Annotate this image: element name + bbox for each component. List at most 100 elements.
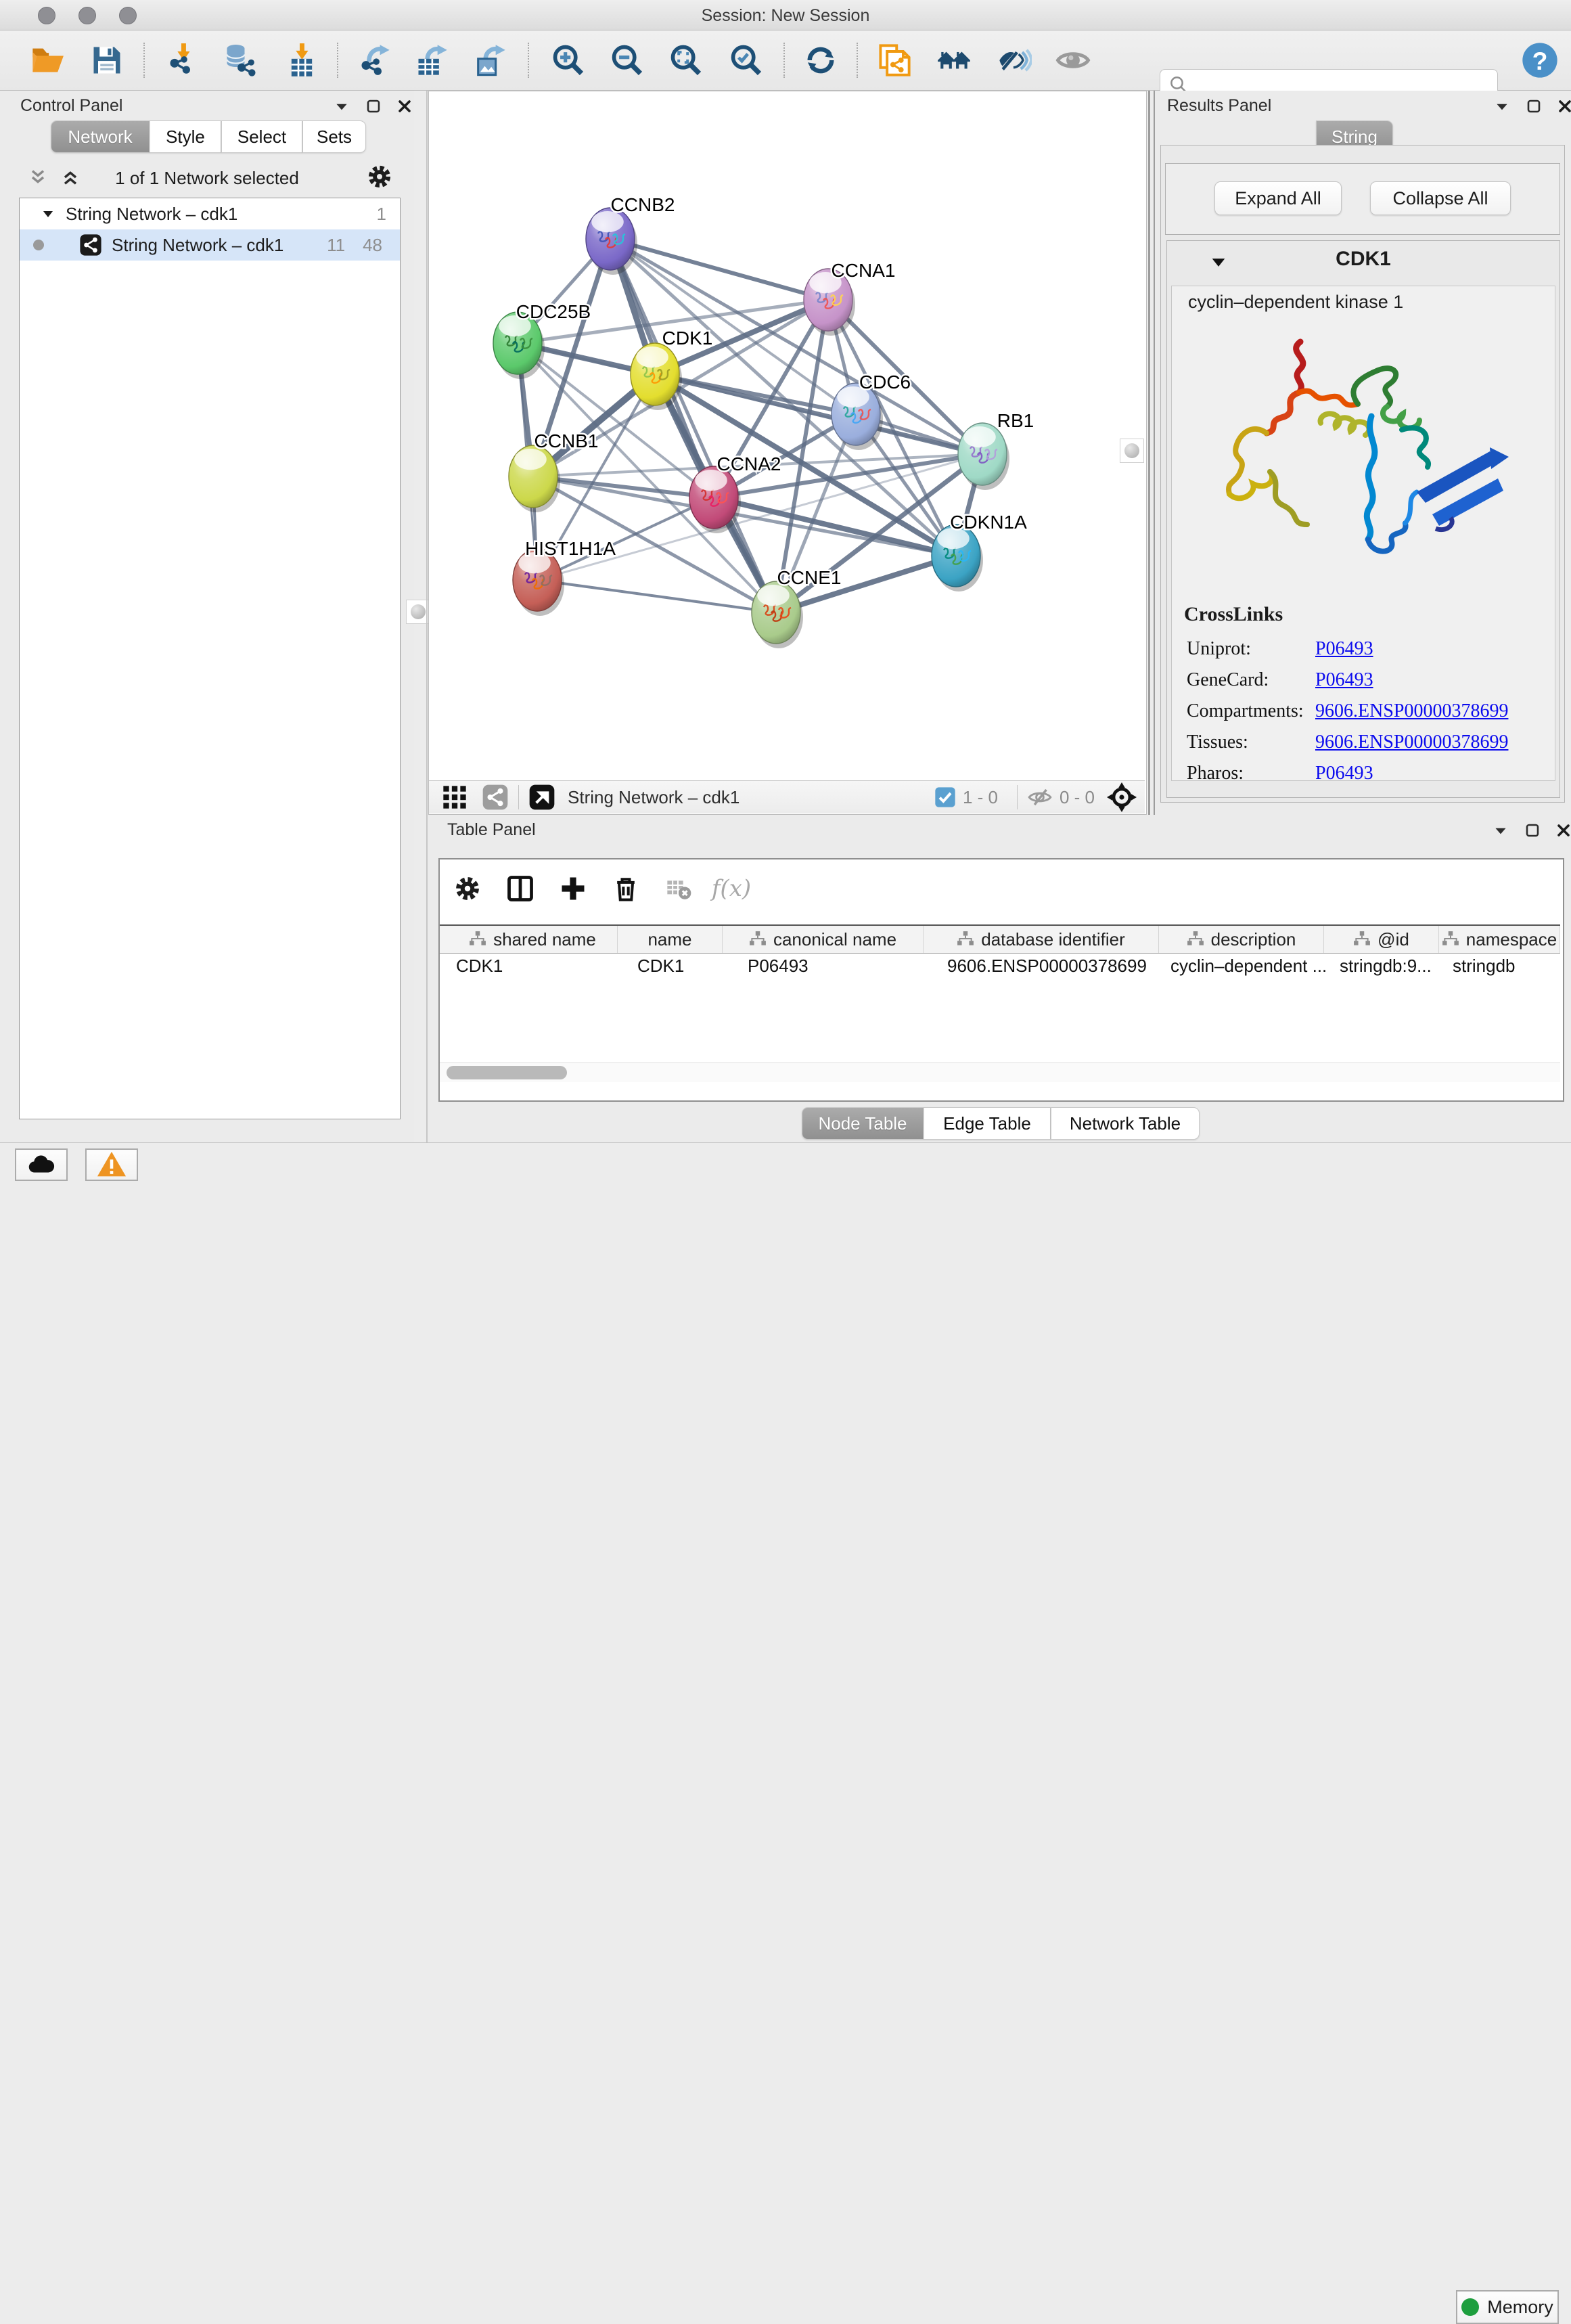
tab-network[interactable]: Network xyxy=(51,120,150,153)
column-header-canonical-name[interactable]: canonical name xyxy=(723,926,924,953)
share-document-icon[interactable] xyxy=(873,39,916,82)
close-panel-icon[interactable] xyxy=(1555,822,1571,839)
save-icon[interactable] xyxy=(85,39,129,82)
column-header-description[interactable]: description xyxy=(1159,926,1324,953)
show-columns-icon[interactable] xyxy=(499,868,541,910)
collapse-triangle-icon[interactable] xyxy=(40,206,56,222)
column-header-shared-name[interactable]: shared name xyxy=(448,926,618,953)
network-node-ccne1[interactable] xyxy=(752,581,803,648)
panel-menu-icon[interactable] xyxy=(1492,822,1509,839)
zoom-in-icon[interactable] xyxy=(547,39,590,82)
column-header-database-identifier[interactable]: database identifier xyxy=(924,926,1159,953)
import-table-icon[interactable] xyxy=(280,39,323,82)
selected-checkbox-icon[interactable] xyxy=(934,786,956,808)
panel-menu-icon[interactable] xyxy=(333,97,350,115)
tab-edge-table[interactable]: Edge Table xyxy=(924,1107,1051,1140)
memory-button[interactable]: Memory xyxy=(1456,2290,1559,2324)
table-cell[interactable]: stringdb xyxy=(1453,952,1516,979)
network-node-ccnb2[interactable] xyxy=(586,208,637,275)
zoom-fit-icon[interactable] xyxy=(664,39,708,82)
close-panel-icon[interactable] xyxy=(396,98,413,114)
export-network-icon[interactable] xyxy=(353,39,396,82)
network-collection-row[interactable]: String Network – cdk1 1 xyxy=(20,198,400,229)
float-panel-icon[interactable] xyxy=(365,98,382,114)
grid-view-icon[interactable] xyxy=(441,784,468,811)
network-canvas[interactable]: CCNB2CCNA1CDC25BCDK1CDC6RB1CCNB1CCNA2CDK… xyxy=(429,91,1145,780)
fit-content-crosshair-icon[interactable] xyxy=(1106,781,1138,813)
column-header-name[interactable]: name xyxy=(618,926,723,953)
left-splitter[interactable] xyxy=(426,91,428,1142)
crosslink-link[interactable]: P06493 xyxy=(1315,669,1373,690)
zoom-selected-icon[interactable] xyxy=(725,39,768,82)
crosslink-link[interactable]: P06493 xyxy=(1315,763,1373,781)
right-splitter[interactable] xyxy=(1148,91,1150,815)
crosslink-link[interactable]: 9606.ENSP00000378699 xyxy=(1315,732,1508,753)
table-panel: Table Panel f(x) shared namenamecanoni xyxy=(428,815,1571,1142)
title-bar: Session: New Session xyxy=(0,0,1571,30)
float-panel-icon[interactable] xyxy=(1526,98,1542,114)
float-panel-icon[interactable] xyxy=(1524,822,1541,839)
column-header--id[interactable]: @id xyxy=(1324,926,1439,953)
birdseye-view-icon[interactable] xyxy=(528,784,555,811)
open-folder-icon[interactable] xyxy=(26,39,69,82)
hide-selected-icon[interactable] xyxy=(993,39,1036,82)
table-hscroll-thumb[interactable] xyxy=(447,1066,567,1079)
collapse-all-button[interactable]: Collapse All xyxy=(1370,181,1511,215)
panel-menu-icon[interactable] xyxy=(1493,97,1511,115)
table-hscrollbar[interactable] xyxy=(440,1063,1560,1082)
network-edge[interactable] xyxy=(537,580,776,612)
network-view-mode-icon[interactable] xyxy=(482,784,509,811)
cloud-button[interactable] xyxy=(15,1148,68,1181)
delete-table-icon[interactable] xyxy=(658,868,700,910)
show-all-icon[interactable] xyxy=(1051,39,1095,82)
import-database-icon[interactable] xyxy=(219,39,262,82)
table-cell[interactable]: P06493 xyxy=(748,952,809,979)
right-splitter-handle[interactable] xyxy=(1120,439,1144,463)
expand-all-button[interactable]: Expand All xyxy=(1214,181,1342,215)
table-cell[interactable]: CDK1 xyxy=(637,952,684,979)
table-cell[interactable]: cyclin–dependent ... xyxy=(1170,952,1327,979)
close-panel-icon[interactable] xyxy=(1557,98,1571,114)
results-buttons-box: Expand All Collapse All xyxy=(1165,163,1560,235)
network-options-gear-icon[interactable] xyxy=(365,162,394,191)
function-builder-icon[interactable]: f(x) xyxy=(710,868,752,910)
network-node-cdk1[interactable] xyxy=(631,343,682,410)
toolbar-separator xyxy=(857,43,858,78)
zoom-out-icon[interactable] xyxy=(606,39,649,82)
control-panel-title: Control Panel xyxy=(20,96,122,116)
network-node-rb1[interactable] xyxy=(958,423,1009,490)
warnings-button[interactable] xyxy=(85,1148,138,1181)
refresh-icon[interactable] xyxy=(799,39,842,82)
tab-sets[interactable]: Sets xyxy=(302,120,366,153)
crosslink-link[interactable]: 9606.ENSP00000378699 xyxy=(1315,700,1508,721)
column-mapping-icon xyxy=(1187,931,1204,948)
export-table-icon[interactable] xyxy=(410,39,453,82)
table-header-row[interactable]: shared namenamecanonical namedatabase id… xyxy=(440,924,1560,954)
network-edge[interactable] xyxy=(610,239,776,612)
table-cell[interactable]: 9606.ENSP00000378699 xyxy=(947,952,1147,979)
export-image-icon[interactable] xyxy=(468,39,511,82)
tab-node-table[interactable]: Node Table xyxy=(802,1107,924,1140)
houses-icon[interactable] xyxy=(933,39,976,82)
table-cell[interactable]: CDK1 xyxy=(456,952,503,979)
network-view-title: String Network – cdk1 xyxy=(568,787,739,808)
import-network-icon[interactable] xyxy=(162,39,205,82)
hidden-eye-icon[interactable] xyxy=(1027,784,1053,810)
help-icon[interactable]: ? xyxy=(1518,39,1562,82)
add-column-icon[interactable] xyxy=(552,868,594,910)
tab-style[interactable]: Style xyxy=(150,120,221,153)
network-node-ccna2[interactable] xyxy=(689,466,741,533)
table-row[interactable]: CDK1 CDK1 P06493 9606.ENSP00000378699 cyclin… xyxy=(440,952,1560,979)
network-row[interactable]: String Network – cdk1 11 48 xyxy=(20,229,400,261)
network-node-cdkn1a[interactable] xyxy=(932,524,983,591)
column-header-namespace[interactable]: namespace xyxy=(1439,926,1560,953)
node-label-rb1: RB1 xyxy=(997,410,1034,431)
toolbar-separator xyxy=(143,43,145,78)
network-node-ccnb1[interactable] xyxy=(509,445,560,512)
table-cell[interactable]: stringdb:9... xyxy=(1340,952,1432,979)
table-gear-icon[interactable] xyxy=(447,868,488,910)
tab-select[interactable]: Select xyxy=(221,120,302,153)
crosslink-link[interactable]: P06493 xyxy=(1315,638,1373,659)
delete-column-icon[interactable] xyxy=(605,868,647,910)
tab-network-table[interactable]: Network Table xyxy=(1051,1107,1200,1140)
